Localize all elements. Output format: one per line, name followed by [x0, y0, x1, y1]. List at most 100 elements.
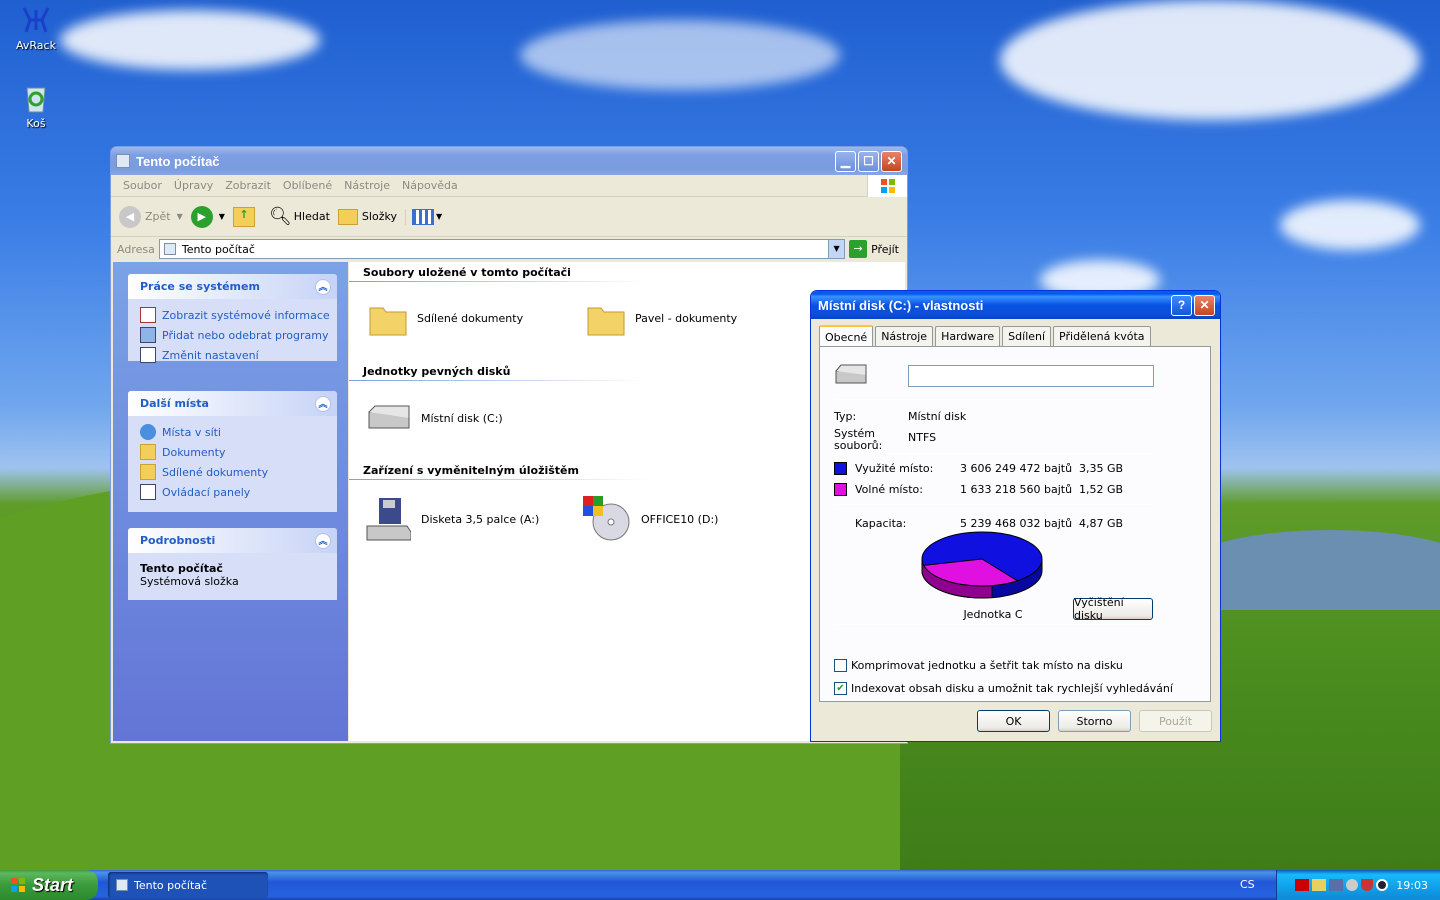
item-shared-documents[interactable]: Sdílené dokumenty: [369, 302, 524, 336]
folder-icon: [369, 302, 407, 336]
compress-label: Komprimovat jednotku a šetřit tak místo …: [851, 658, 1123, 672]
used-row: Využité místo:: [834, 460, 933, 476]
help-icon: ?: [1177, 298, 1186, 312]
menu-favorites[interactable]: Oblíbené: [277, 179, 338, 192]
dialog-close-button[interactable]: ✕: [1194, 294, 1215, 316]
place-control-panel[interactable]: Ovládací panely: [128, 482, 337, 502]
compress-checkbox-row[interactable]: Komprimovat jednotku a šetřit tak místo …: [834, 657, 1123, 673]
tab-hardware[interactable]: Hardware: [935, 326, 1001, 346]
collapse-icon[interactable]: ︽: [315, 278, 331, 295]
task-change-settings[interactable]: Změnit nastavení: [128, 345, 337, 365]
place-shared-documents[interactable]: Sdílené dokumenty: [128, 462, 337, 482]
system-info-icon: [140, 307, 156, 323]
network-icon: [140, 424, 156, 440]
capacity-gb: 4,87 GB: [1079, 516, 1124, 530]
compress-checkbox[interactable]: [834, 658, 847, 672]
views-button[interactable]: ▼: [404, 208, 442, 225]
details-header[interactable]: Podrobnosti ︽: [128, 528, 337, 553]
go-button[interactable]: → Přejít: [849, 240, 899, 258]
place-documents[interactable]: Dokumenty: [128, 442, 337, 462]
tab-sharing[interactable]: Sdílení: [1002, 326, 1052, 346]
section-header-hdd: Jednotky pevných disků: [349, 361, 511, 379]
task-label: Přidat nebo odebrat programy: [162, 328, 329, 342]
back-button[interactable]: ◀ Zpět ▼: [119, 205, 183, 228]
folders-icon: [337, 208, 358, 225]
forward-button[interactable]: ▶ ▼: [190, 205, 225, 228]
go-arrow-icon: →: [849, 240, 868, 258]
item-floppy-a[interactable]: Disketa 3,5 palce (A:): [365, 496, 539, 542]
address-dropdown-button[interactable]: ▼: [828, 240, 845, 258]
address-input[interactable]: Tento počítač ▼: [158, 239, 846, 259]
help-button[interactable]: ?: [1171, 294, 1192, 316]
menu-tools[interactable]: Nástroje: [338, 179, 396, 192]
explorer-titlebar[interactable]: Tento počítač ▁ ☐ ✕: [111, 147, 907, 175]
dialog-title: Místní disk (C:) - vlastnosti: [818, 297, 984, 313]
other-places-group: Další místa ︽ Místa v síti Dokumenty Sdí…: [128, 391, 337, 512]
language-indicator[interactable]: CS: [1240, 878, 1255, 891]
tab-general[interactable]: Obecné: [819, 325, 874, 347]
back-arrow-icon: ◀: [119, 205, 141, 228]
desktop-icon-recycle-bin[interactable]: Koš: [0, 82, 72, 130]
display-icon[interactable]: [1329, 879, 1344, 891]
search-label: Hledat: [293, 210, 330, 223]
dialog-titlebar[interactable]: Místní disk (C:) - vlastnosti ? ✕: [811, 291, 1220, 319]
folders-button[interactable]: Složky: [337, 208, 397, 225]
task-add-remove-programs[interactable]: Přidat nebo odebrat programy: [128, 325, 337, 345]
drive-name-input[interactable]: [908, 365, 1154, 387]
network-icon[interactable]: [1312, 879, 1327, 891]
collapse-icon[interactable]: ︽: [315, 532, 331, 549]
clock[interactable]: 19:03: [1396, 879, 1428, 892]
search-button[interactable]: 🔍︎ Hledat: [269, 206, 330, 227]
system-tasks-header[interactable]: Práce se systémem ︽: [128, 274, 337, 299]
cancel-button[interactable]: Storno: [1058, 710, 1131, 732]
menu-help[interactable]: Nápověda: [396, 179, 464, 192]
item-cd-d[interactable]: OFFICE10 (D:): [583, 496, 718, 542]
apply-button[interactable]: Použít: [1139, 710, 1212, 732]
minimize-button[interactable]: ▁: [835, 150, 856, 172]
explorer-window: Tento počítač ▁ ☐ ✕ Soubor Úpravy Zobraz…: [110, 146, 908, 744]
item-label: Místní disk (C:): [421, 411, 503, 425]
item-local-disk-c[interactable]: Místní disk (C:): [365, 402, 503, 434]
speaker-icon[interactable]: [1346, 879, 1359, 891]
group-title: Práce se systémem: [140, 280, 260, 293]
section-header-removable: Zařízení s vyměnitelným úložištěm: [349, 460, 579, 478]
used-gb: 3,35 GB: [1079, 461, 1124, 475]
start-button[interactable]: Start: [0, 870, 98, 900]
taskbar-item-explorer[interactable]: Tento počítač: [108, 872, 268, 898]
task-system-info[interactable]: Zobrazit systémové informace: [128, 305, 337, 325]
menu-view[interactable]: Zobrazit: [219, 179, 277, 192]
ok-button[interactable]: OK: [977, 710, 1050, 732]
free-row: Volné místo:: [834, 481, 923, 497]
maximize-button[interactable]: ☐: [858, 150, 879, 172]
desktop-icon-avrack[interactable]: AvRack: [0, 4, 72, 52]
up-folder-button[interactable]: ↑: [232, 206, 255, 227]
type-label: Typ:: [834, 409, 857, 423]
folders-label: Složky: [361, 210, 397, 223]
menu-file[interactable]: Soubor: [117, 179, 168, 192]
tab-tools[interactable]: Nástroje: [875, 326, 934, 346]
place-label: Ovládací panely: [162, 485, 251, 499]
index-checkbox-row[interactable]: ✔ Indexovat obsah disku a umožnit tak ry…: [834, 680, 1173, 696]
menu-edit[interactable]: Úpravy: [168, 179, 219, 192]
close-icon: ✕: [1199, 298, 1210, 312]
tab-strip: Obecné Nástroje Hardware Sdílení Přiděle…: [819, 324, 1153, 347]
antivirus-icon[interactable]: [1376, 879, 1389, 891]
task-label: Zobrazit systémové informace: [162, 308, 330, 322]
computer-icon: [116, 879, 128, 891]
computer-icon: [116, 154, 130, 168]
security-shield-icon[interactable]: [1361, 879, 1374, 891]
tab-quota[interactable]: Přidělená kvóta: [1053, 326, 1151, 346]
item-pavel-documents[interactable]: Pavel - dokumenty: [587, 302, 737, 336]
other-places-header[interactable]: Další místa ︽: [128, 391, 337, 416]
free-bytes: 1 633 218 560 bajtů: [960, 482, 1073, 496]
item-label: Sdílené dokumenty: [417, 311, 524, 325]
fs-value: NTFS: [908, 430, 937, 444]
disk-cleanup-button[interactable]: Vyčištění disku: [1073, 596, 1153, 622]
close-button[interactable]: ✕: [881, 150, 902, 172]
ati-icon[interactable]: [1295, 879, 1310, 891]
collapse-icon[interactable]: ︽: [315, 395, 331, 412]
index-checkbox[interactable]: ✔: [834, 681, 847, 695]
place-network[interactable]: Místa v síti: [128, 422, 337, 442]
drive-label: Jednotka C: [963, 607, 1023, 621]
start-label: Start: [32, 874, 74, 895]
